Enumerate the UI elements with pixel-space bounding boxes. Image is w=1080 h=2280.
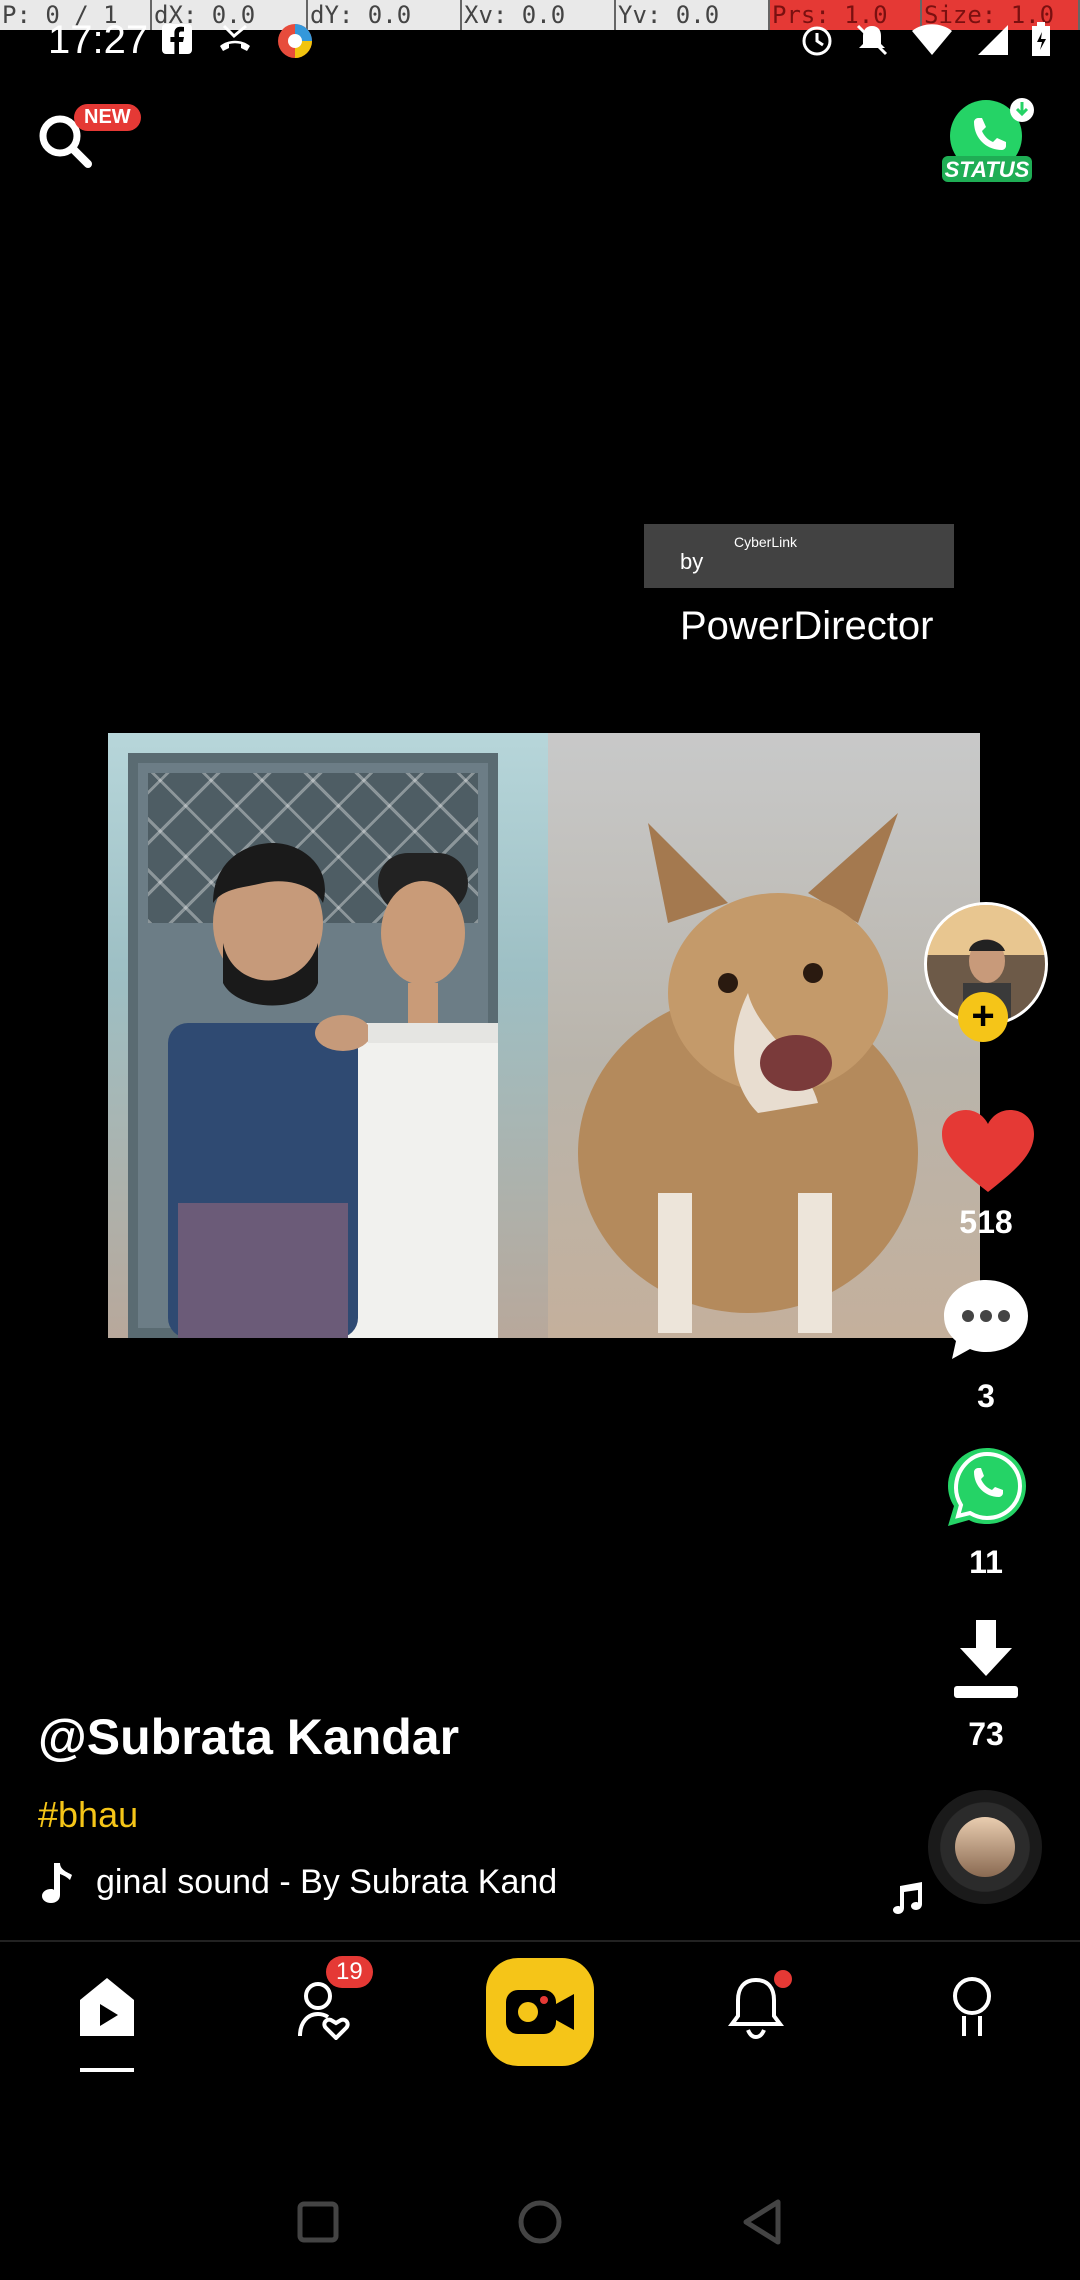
- watermark-cyberlink: CyberLink: [734, 534, 798, 550]
- missed-call-icon: [220, 24, 250, 51]
- video-right-frame: [548, 733, 980, 1338]
- wifi-icon: [912, 24, 952, 55]
- dog-image: [578, 813, 918, 1333]
- download-icon[interactable]: [952, 1618, 1020, 1700]
- mute-icon: [856, 24, 888, 56]
- battery-icon: [1032, 22, 1050, 56]
- person-image: [168, 843, 368, 1338]
- video-watermark: CyberLink by PowerDirector: [644, 524, 954, 648]
- music-note-icon: [42, 1863, 72, 1903]
- notification-dot: [774, 1970, 792, 1988]
- like-count: 518: [959, 1204, 1013, 1240]
- notifications-icon[interactable]: [728, 1976, 784, 2040]
- video-left-frame: [108, 733, 548, 1338]
- music-notes-icon: [893, 1882, 922, 1914]
- comment-count: 3: [977, 1378, 995, 1414]
- share-count: 11: [969, 1544, 1003, 1580]
- profile-icon[interactable]: [946, 1976, 998, 2042]
- facebook-icon: [162, 24, 192, 54]
- alarm-icon: [802, 26, 832, 56]
- following-icon[interactable]: [296, 1980, 352, 2040]
- sound-disc[interactable]: [928, 1790, 1042, 1904]
- video-camera-icon: [506, 1990, 574, 2034]
- status-label: STATUS: [945, 157, 1030, 182]
- app-notification-icon: [278, 24, 312, 58]
- status-bar: 17:27: [0, 12, 1080, 72]
- username[interactable]: @Subrata Kandar: [38, 1708, 459, 1766]
- whatsapp-status-button[interactable]: STATUS: [940, 96, 1036, 186]
- new-badge: NEW: [74, 104, 141, 131]
- comment-icon[interactable]: [940, 1276, 1032, 1364]
- system-navigation-bar: [0, 2160, 1080, 2280]
- disc-avatar: [955, 1817, 1015, 1877]
- watermark-by: by: [680, 549, 704, 574]
- home-icon[interactable]: [78, 1976, 136, 2038]
- heart-icon[interactable]: [940, 1108, 1036, 1194]
- create-video-button[interactable]: [486, 1958, 594, 2066]
- video-player[interactable]: [108, 733, 980, 1338]
- watermark-brand: PowerDirector: [680, 604, 934, 648]
- home-system-icon[interactable]: [516, 2198, 564, 2246]
- download-count: 73: [968, 1716, 1004, 1752]
- hashtag[interactable]: #bhau: [38, 1794, 138, 1836]
- home-tab-indicator: [80, 2068, 134, 2072]
- follow-plus-button[interactable]: +: [958, 992, 1008, 1042]
- whatsapp-share-icon[interactable]: [944, 1444, 1030, 1530]
- back-icon[interactable]: [740, 2198, 784, 2246]
- status-time: 17:27: [48, 18, 149, 62]
- following-badge: 19: [326, 1956, 373, 1988]
- sound-title: ginal sound - By Subrata Kand: [96, 1862, 558, 1901]
- signal-icon: [978, 25, 1008, 55]
- recents-icon[interactable]: [296, 2200, 340, 2244]
- sound-row[interactable]: ginal sound - By Subrata Kand: [40, 1858, 580, 1906]
